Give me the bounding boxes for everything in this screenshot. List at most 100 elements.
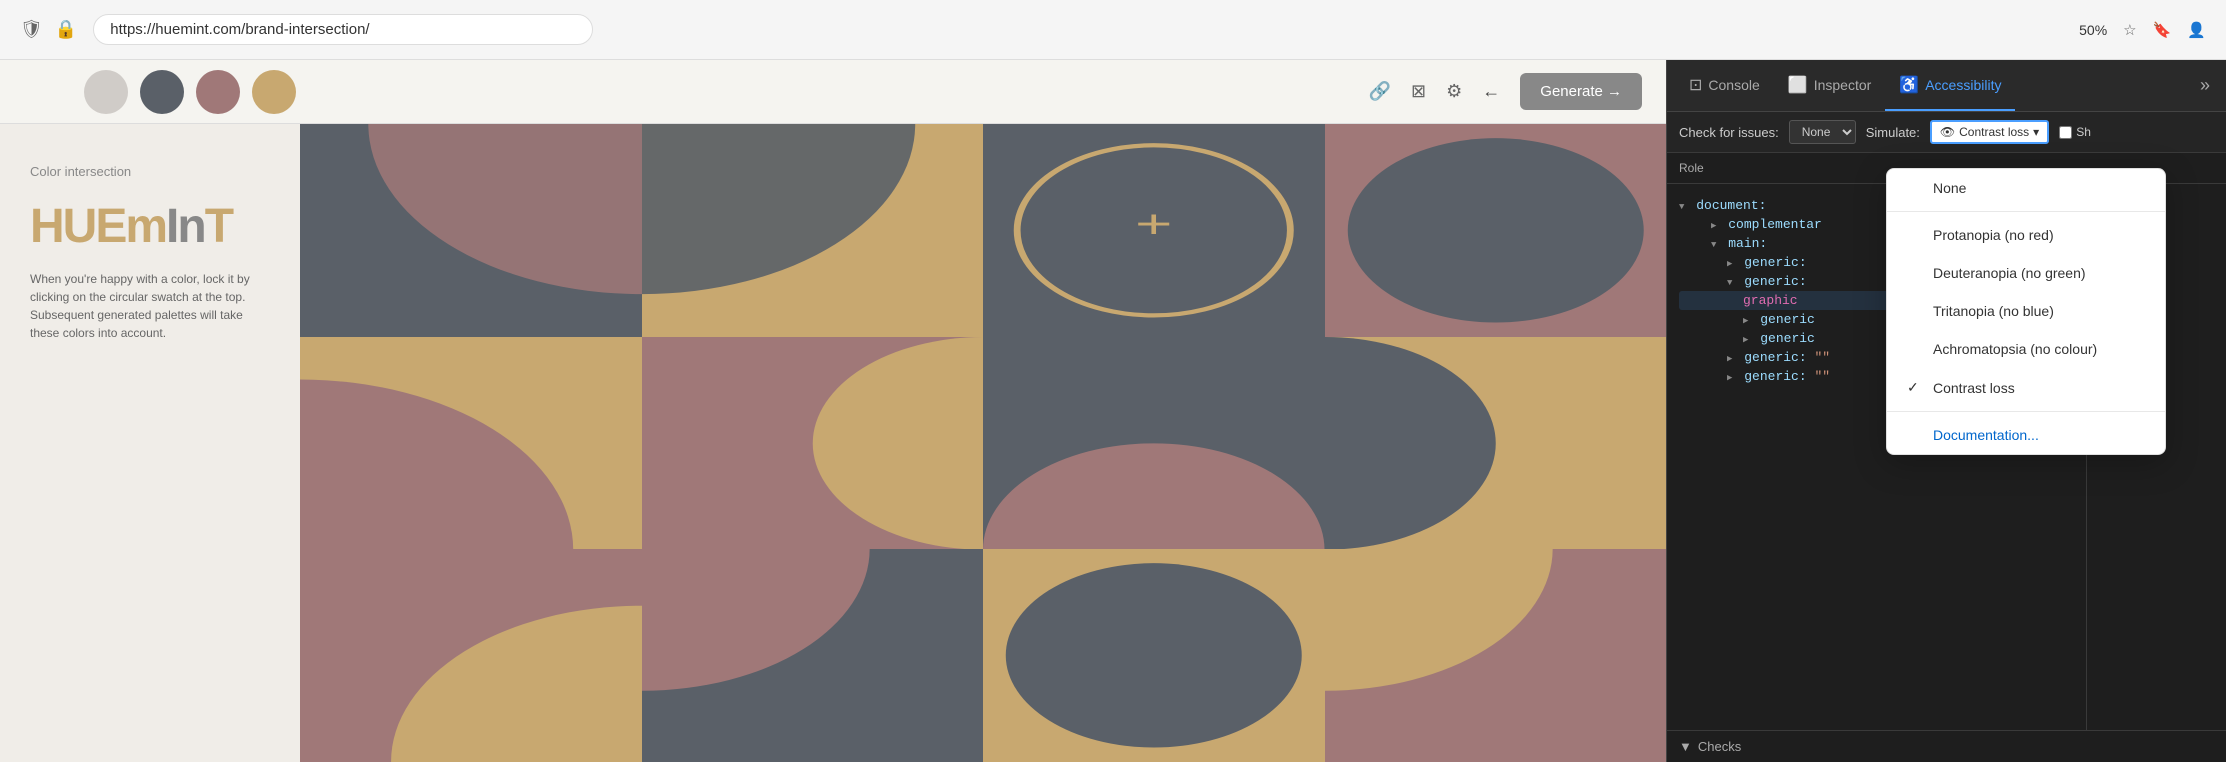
generate-button[interactable]: Generate → [1520,73,1642,110]
tab-console[interactable]: ⊡ Console [1675,60,1774,111]
color-swatches [84,70,296,114]
more-icon: » [2200,75,2210,96]
tree-arrow-document [1679,198,1684,213]
dropdown-contrast-loss-label: Contrast loss [1933,380,2015,396]
dropdown-none-label: None [1933,180,1966,196]
dropdown-protanopia-label: Protanopia (no red) [1933,227,2054,243]
pattern-cell-3: + [983,124,1325,337]
logo-letter-h: H [30,199,63,254]
tab-accessibility-label: Accessibility [1925,77,2001,93]
tree-label-generic-5: generic: [1744,350,1806,365]
website-area: 🔗 ⊠ ⚙ ← Generate → Color intersection H … [0,60,1666,762]
dropdown-documentation-label: Documentation... [1933,427,2039,443]
tree-value-6: "" [1814,369,1830,384]
simulate-dropdown[interactable]: 👁 Contrast loss ▾ [1930,120,2049,144]
dropdown-item-none[interactable]: None [1887,169,2165,207]
pattern-cell-2 [642,124,984,337]
tree-label-main: main: [1728,236,1767,251]
dropdown-item-deuteranopia[interactable]: Deuteranopia (no green) [1887,254,2165,292]
pattern-cell-9 [300,549,642,762]
dropdown-item-documentation[interactable]: Documentation... [1887,416,2165,454]
checks-header: ▼ Checks [1679,739,2214,754]
tree-arrow-generic-5 [1727,350,1732,365]
browser-right-controls: 50% ☆ 🔖 👤 [2079,21,2206,39]
dropdown-tritanopia-label: Tritanopia (no blue) [1933,303,2054,319]
back-icon[interactable]: ← [1482,81,1500,102]
profile-icon[interactable]: 👤 [2187,21,2206,39]
check-issues-select[interactable]: None [1789,120,1856,144]
tree-arrow-main [1711,236,1716,251]
show-label: Sh [2076,125,2091,139]
pattern-cell-4 [1325,124,1667,337]
shield-icon: 🛡 [20,19,43,40]
more-tabs-button[interactable]: » [2192,60,2218,111]
simulate-dropdown-menu: None Protanopia (no red) Deuteranopia (n… [1886,168,2166,455]
devtools-tabs: ⊡ Console ⬜ Inspector ♿ Accessibility » [1667,60,2226,112]
collapse-checks-icon[interactable]: ▼ [1679,739,1692,754]
tree-arrow-generic-2 [1727,274,1732,289]
logo-letter-m: m [125,199,166,254]
svg-text:+: + [1135,202,1172,246]
pattern-cell-6 [642,337,984,550]
checks-section: ▼ Checks [1667,730,2226,762]
browser-chrome: 🛡 🔒 https://huemint.com/brand-intersecti… [0,0,2226,60]
dropdown-item-protanopia[interactable]: Protanopia (no red) [1887,216,2165,254]
tree-label-generic-4: generic [1760,331,1815,346]
swatch-tan[interactable] [252,70,296,114]
tree-label-generic-3: generic [1760,312,1815,327]
swatch-light-gray[interactable] [84,70,128,114]
pattern-cell-8 [1325,337,1667,550]
tab-accessibility[interactable]: ♿ Accessibility [1885,60,2015,111]
pattern-cell-5 [300,337,642,550]
logo-letter-e: E [95,199,125,254]
inspector-icon: ⬜ [1788,75,1808,95]
site-content: Color intersection H U E m I n T When yo… [0,124,1666,762]
browser-nav-icons: 🛡 🔒 [20,19,77,40]
tab-inspector[interactable]: ⬜ Inspector [1774,60,1886,111]
dropdown-item-tritanopia[interactable]: Tritanopia (no blue) [1887,292,2165,330]
pattern-cell-12 [1325,549,1667,762]
swatch-dark-gray[interactable] [140,70,184,114]
settings-icon[interactable]: ⚙ [1446,81,1462,102]
pattern-cell-11 [983,549,1325,762]
pattern-cell-10 [642,549,984,762]
simulate-value: Contrast loss [1959,125,2029,139]
tree-label-graphic: graphic [1743,293,1798,308]
address-bar[interactable]: https://huemint.com/brand-intersection/ [93,14,593,45]
check-issues-label: Check for issues: [1679,125,1779,140]
tree-label-complementar: complementar [1728,217,1822,232]
dropdown-deuteranopia-label: Deuteranopia (no green) [1933,265,2086,281]
eye-icon: 👁 [1940,125,1955,139]
tab-console-label: Console [1708,77,1759,93]
tree-label-generic-1: generic: [1744,255,1806,270]
pattern-cell-7 [983,337,1325,550]
tab-inspector-label: Inspector [1814,77,1872,93]
swatch-mauve[interactable] [196,70,240,114]
show-checkbox[interactable] [2059,126,2072,139]
dropdown-item-achromatopsia[interactable]: Achromatopsia (no colour) [1887,330,2165,368]
console-icon: ⊡ [1689,75,1702,95]
zoom-level: 50% [2079,22,2107,38]
site-toolbar: 🔗 ⊠ ⚙ ← Generate → [0,60,1666,124]
logo-letter-n: n [177,199,204,254]
devtools-toolbar: Check for issues: None Simulate: 👁 Contr… [1667,112,2226,153]
tree-arrow-generic-1 [1727,255,1732,270]
star-icon[interactable]: ☆ [2123,21,2136,39]
show-checkbox-label: Sh [2059,125,2091,139]
accessibility-icon: ♿ [1899,75,1919,95]
bookmark-icon[interactable]: 🔖 [2153,21,2172,39]
site-sidebar: Color intersection H U E m I n T When yo… [0,124,300,762]
contrast-loss-check: ✓ [1907,379,1923,396]
dropdown-item-contrast-loss[interactable]: ✓ Contrast loss [1887,368,2165,407]
dropdown-divider-1 [1887,211,2165,212]
grid-icon[interactable]: ⊠ [1411,81,1426,102]
chevron-down-icon: ▾ [2033,125,2039,139]
pattern-cell-1 [300,124,642,337]
link-icon[interactable]: 🔗 [1369,81,1391,102]
dropdown-divider-2 [1887,411,2165,412]
simulate-label: Simulate: [1866,125,1920,140]
tree-arrow-complementar [1711,217,1716,232]
tree-label-generic-2: generic: [1744,274,1806,289]
site-label: Color intersection [30,164,270,179]
tree-label-document: document: [1696,198,1766,213]
